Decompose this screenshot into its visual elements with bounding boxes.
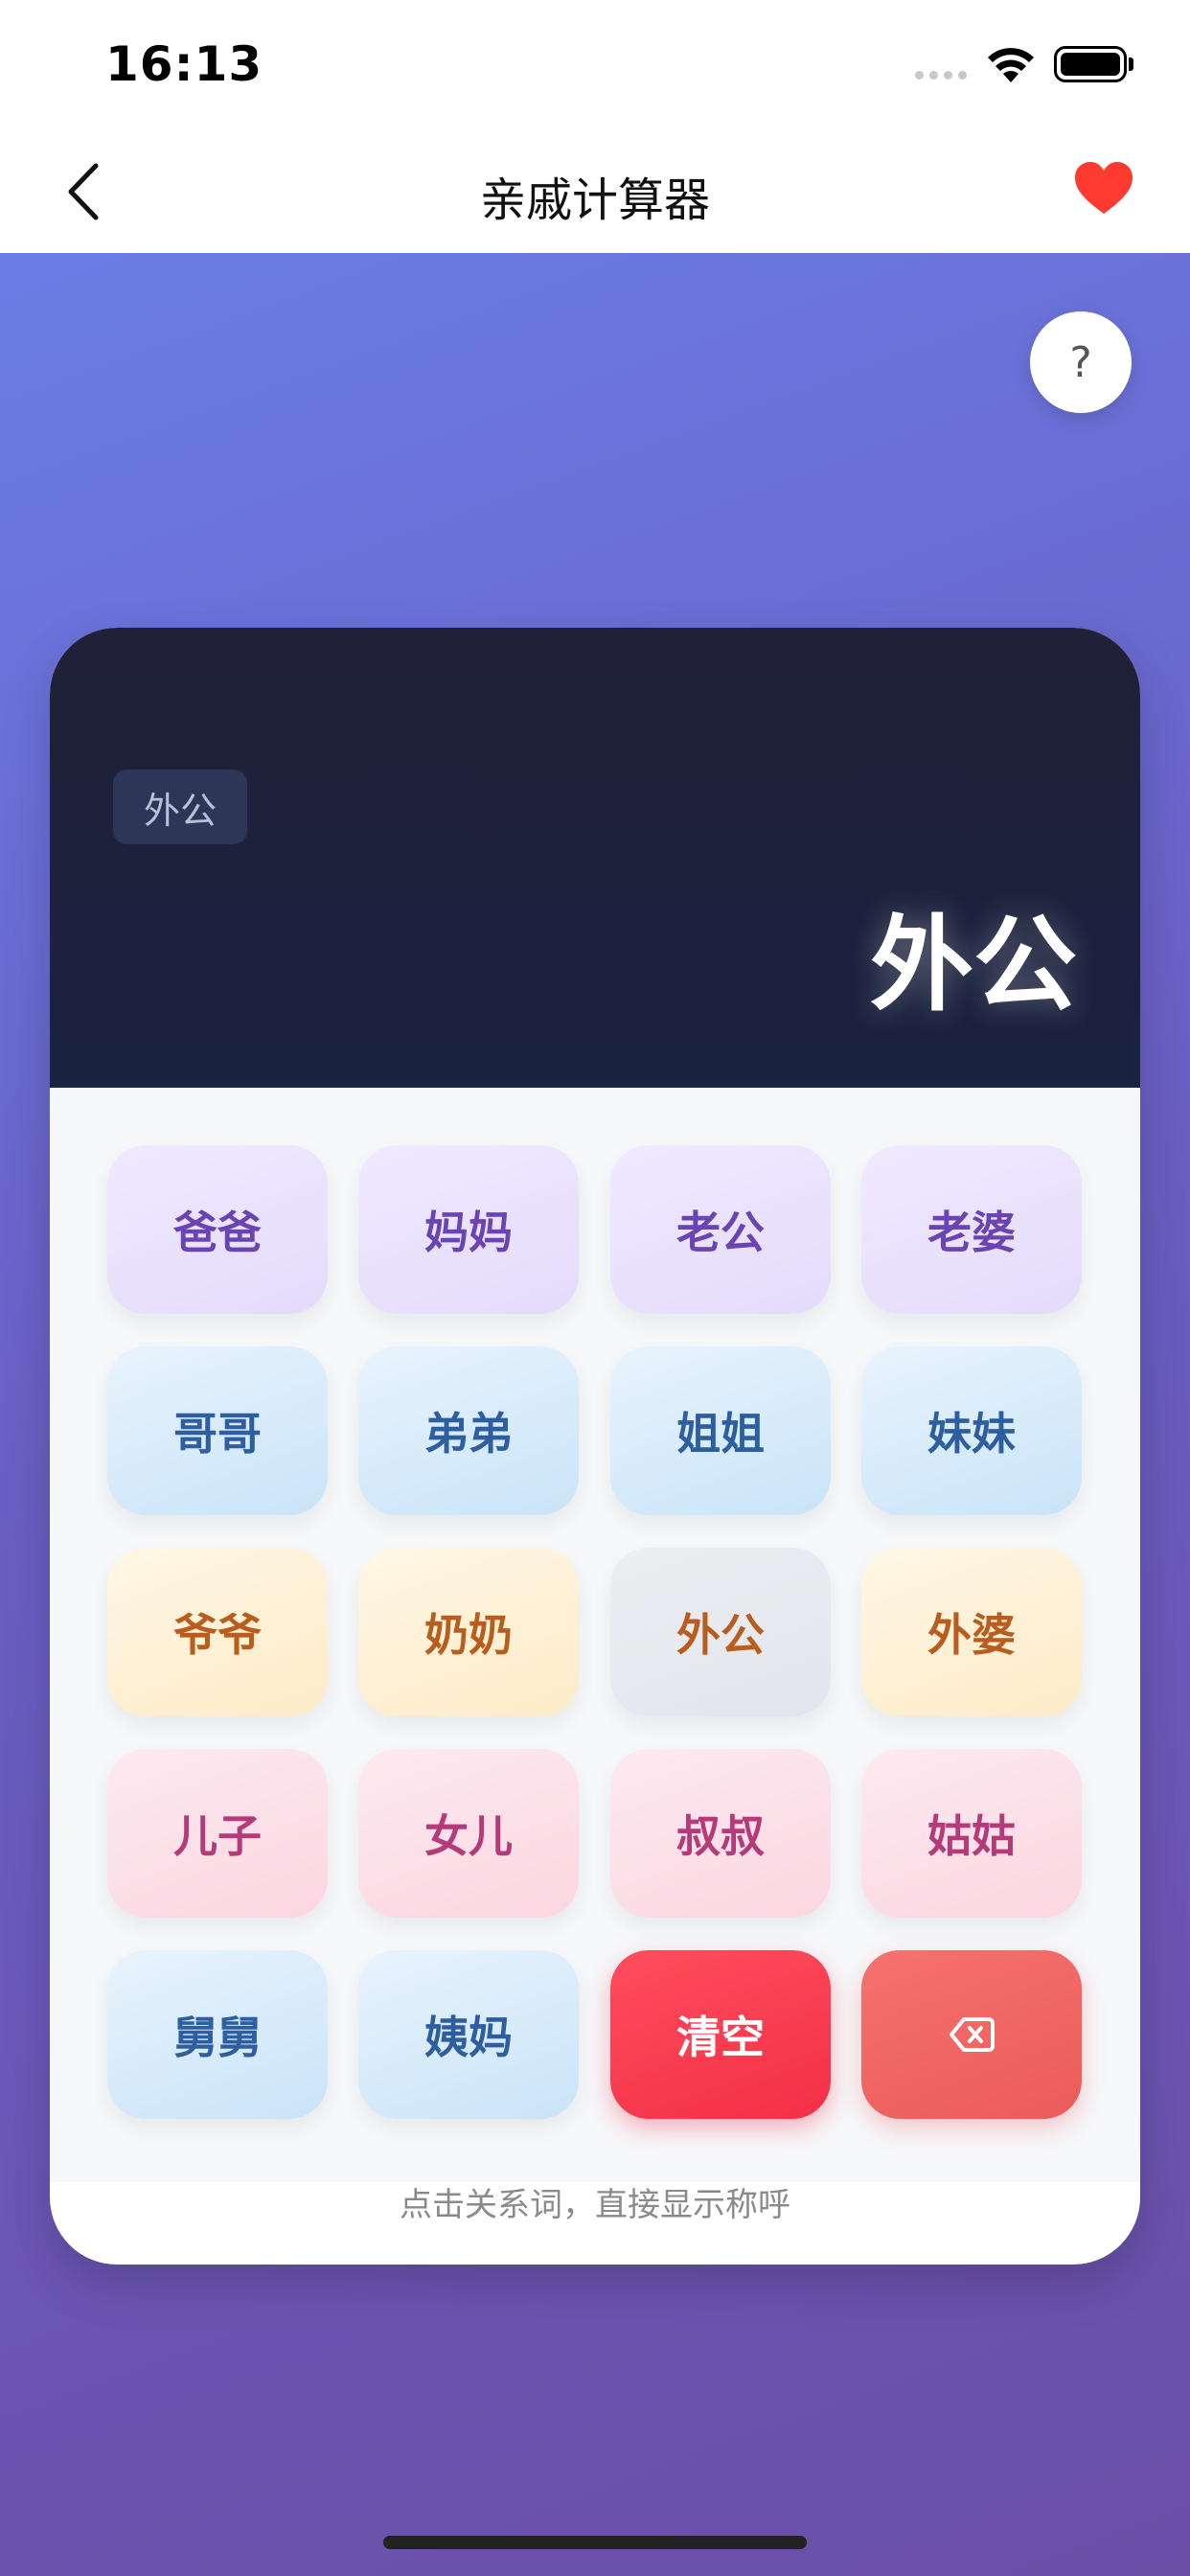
hint-text: 点击关系词，直接显示称呼 (400, 2186, 790, 2224)
keypad: 爸爸 妈妈 老公 老婆 哥哥 弟弟 姐姐 妹妹 爷爷 奶奶 外公 外婆 儿子 女… (50, 1088, 1140, 2182)
clear-button[interactable]: 清空 (610, 1950, 831, 2119)
key-older-sister[interactable]: 姐姐 (610, 1346, 831, 1515)
key-wife[interactable]: 老婆 (861, 1145, 1082, 1314)
key-paternal-grandpa[interactable]: 爷爷 (107, 1548, 328, 1716)
backspace-button[interactable] (861, 1950, 1082, 2119)
status-time: 16:13 (105, 36, 263, 92)
key-son[interactable]: 儿子 (107, 1749, 328, 1918)
key-dad[interactable]: 爸爸 (107, 1145, 328, 1314)
help-button[interactable]: ? (1030, 311, 1132, 413)
key-younger-sister[interactable]: 妹妹 (861, 1346, 1082, 1515)
key-older-brother[interactable]: 哥哥 (107, 1346, 328, 1515)
key-mom[interactable]: 妈妈 (358, 1145, 579, 1314)
key-younger-brother[interactable]: 弟弟 (358, 1346, 579, 1515)
key-maternal-aunt[interactable]: 姨妈 (358, 1950, 579, 2119)
favorite-heart-icon[interactable] (1073, 160, 1134, 218)
backspace-icon (950, 2017, 995, 2052)
wifi-icon (988, 48, 1034, 82)
result-text: 外公 (869, 906, 1077, 1025)
input-relation-chip: 外公 (113, 770, 247, 844)
battery-icon (1054, 46, 1127, 82)
key-maternal-uncle[interactable]: 舅舅 (107, 1950, 328, 2119)
key-paternal-grandma[interactable]: 奶奶 (358, 1548, 579, 1716)
page-title: 亲戚计算器 (479, 173, 710, 227)
nav-bar: 亲戚计算器 (0, 129, 1190, 253)
key-uncle[interactable]: 叔叔 (610, 1749, 831, 1918)
key-daughter[interactable]: 女儿 (358, 1749, 579, 1918)
home-indicator (383, 2536, 807, 2549)
key-aunt[interactable]: 姑姑 (861, 1749, 1082, 1918)
status-bar: 16:13 (0, 0, 1190, 129)
key-maternal-grandma[interactable]: 外婆 (861, 1548, 1082, 1716)
key-husband[interactable]: 老公 (610, 1145, 831, 1314)
key-maternal-grandpa[interactable]: 外公 (610, 1548, 831, 1716)
calculator-card: 外公 外公 爸爸 妈妈 老公 老婆 哥哥 弟弟 姐姐 妹妹 爷爷 奶奶 外公 外… (50, 628, 1140, 2265)
signal-icon (915, 71, 967, 80)
battery-cap (1129, 58, 1133, 71)
result-display: 外公 外公 (50, 628, 1140, 1088)
